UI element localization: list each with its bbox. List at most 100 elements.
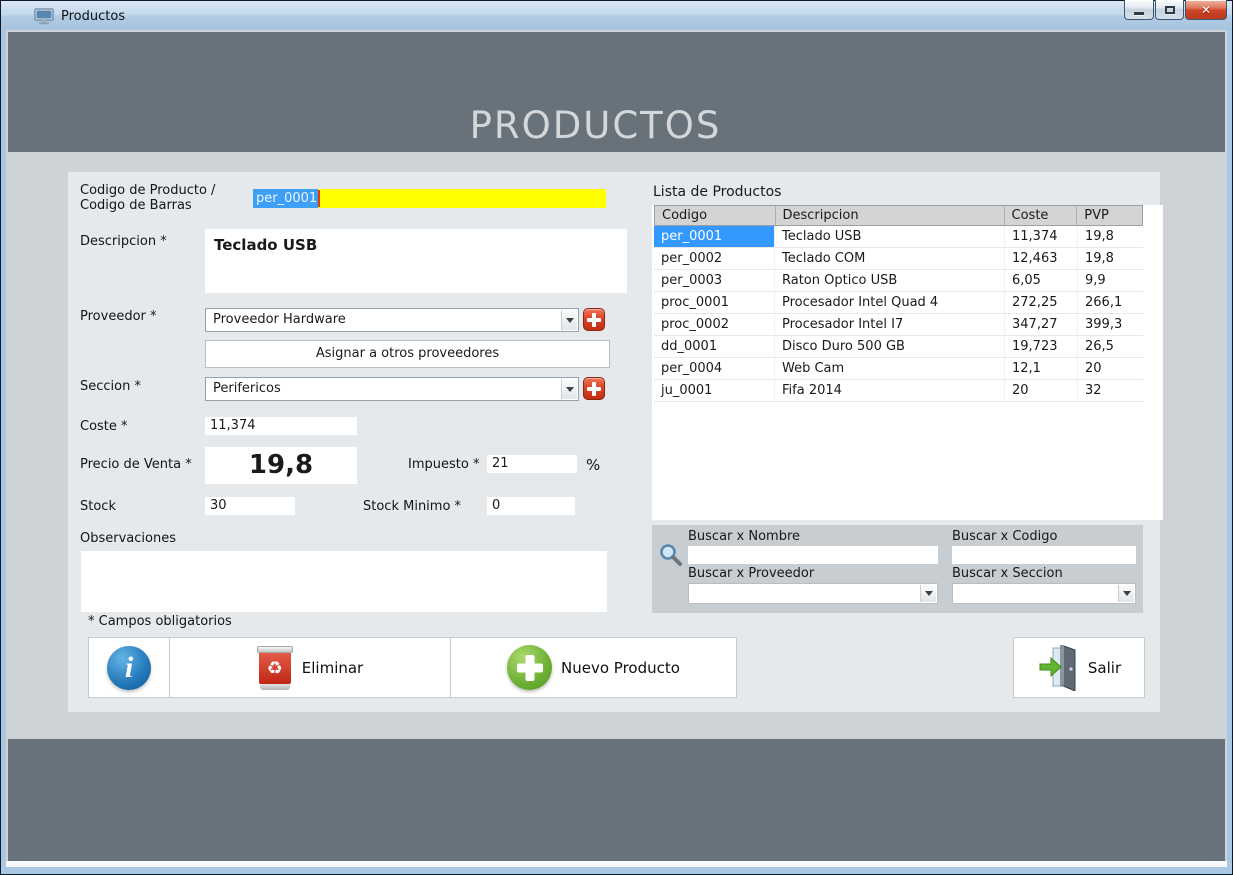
table-cell[interactable]: ju_0001 <box>654 380 775 402</box>
table-cell[interactable]: 12,463 <box>1005 248 1078 270</box>
table-cell[interactable]: 272,25 <box>1005 292 1078 314</box>
table-cell[interactable]: 20 <box>1078 358 1143 380</box>
precio-venta-label: Precio de Venta * <box>80 457 192 472</box>
table-row[interactable]: dd_0001Disco Duro 500 GB19,72326,5 <box>654 336 1143 358</box>
coste-label: Coste * <box>80 419 128 434</box>
add-seccion-button[interactable] <box>583 377 605 400</box>
stock-minimo-label: Stock Minimo * <box>363 499 461 514</box>
table-cell[interactable]: 11,374 <box>1005 226 1078 248</box>
buscar-codigo-label: Buscar x Codigo <box>952 529 1057 544</box>
seccion-selected-value: Perifericos <box>213 381 281 396</box>
maximize-button[interactable] <box>1155 0 1184 20</box>
table-row[interactable]: proc_0001Procesador Intel Quad 4272,2526… <box>654 292 1143 314</box>
table-cell[interactable]: 347,27 <box>1005 314 1078 336</box>
table-cell[interactable]: Teclado COM <box>775 248 1005 270</box>
descripcion-input[interactable]: Teclado USB <box>205 229 627 293</box>
chevron-down-icon[interactable] <box>1118 585 1134 602</box>
text-caret <box>318 190 320 207</box>
impuesto-label: Impuesto * <box>408 457 479 472</box>
proveedor-select[interactable]: Proveedor Hardware <box>205 308 579 332</box>
window-bottom-strip <box>6 861 1227 867</box>
stock-minimo-input[interactable]: 0 <box>487 497 575 515</box>
nuevo-producto-button[interactable]: Nuevo Producto <box>450 637 737 698</box>
table-cell[interactable]: 266,1 <box>1078 292 1143 314</box>
app-window: Productos ✕ PRODUCTOS Codigo de Producto… <box>0 0 1233 875</box>
table-cell[interactable]: per_0001 <box>654 226 775 248</box>
table-row[interactable]: per_0001Teclado USB11,37419,8 <box>654 226 1143 248</box>
table-cell[interactable]: proc_0002 <box>654 314 775 336</box>
nuevo-producto-button-label: Nuevo Producto <box>561 659 680 677</box>
stock-input[interactable]: 30 <box>205 497 295 515</box>
titlebar[interactable]: Productos <box>1 1 1232 30</box>
table-cell[interactable]: proc_0001 <box>654 292 775 314</box>
asignar-proveedores-button[interactable]: Asignar a otros proveedores <box>205 340 610 368</box>
table-cell[interactable]: per_0002 <box>654 248 775 270</box>
table-cell[interactable]: 399,3 <box>1078 314 1143 336</box>
column-header-codigo[interactable]: Codigo <box>655 206 776 225</box>
chevron-down-icon[interactable] <box>561 379 577 399</box>
buscar-seccion-select[interactable] <box>952 583 1136 604</box>
table-cell[interactable]: 19,8 <box>1078 226 1143 248</box>
table-cell[interactable]: 19,8 <box>1078 248 1143 270</box>
table-cell[interactable]: 26,5 <box>1078 336 1143 358</box>
buscar-seccion-label: Buscar x Seccion <box>952 566 1063 581</box>
minimize-button[interactable] <box>1124 0 1154 20</box>
table-row[interactable]: proc_0002Procesador Intel I7347,27399,3 <box>654 314 1143 336</box>
search-panel: Buscar x Nombre Buscar x Codigo Buscar x… <box>652 525 1143 613</box>
table-cell[interactable]: 9,9 <box>1078 270 1143 292</box>
codigo-selected-text: per_0001 <box>253 189 318 208</box>
buscar-nombre-input[interactable] <box>688 546 938 564</box>
table-row[interactable]: ju_0001Fifa 20142032 <box>654 380 1143 402</box>
table-cell[interactable]: 12,1 <box>1005 358 1078 380</box>
page-title: PRODUCTOS <box>8 104 1225 147</box>
eliminar-button-label: Eliminar <box>302 659 363 677</box>
header-band: PRODUCTOS <box>8 32 1225 152</box>
table-cell[interactable]: 6,05 <box>1005 270 1078 292</box>
info-button[interactable]: i <box>89 638 170 697</box>
observaciones-textarea[interactable] <box>81 551 607 612</box>
chevron-down-icon[interactable] <box>561 310 577 330</box>
codigo-input[interactable]: per_0001 <box>253 189 606 208</box>
table-cell[interactable]: Teclado USB <box>775 226 1005 248</box>
table-cell[interactable]: 20 <box>1005 380 1078 402</box>
plus-icon <box>587 313 601 327</box>
salir-button-label: Salir <box>1088 659 1121 677</box>
precio-venta-input[interactable]: 19,8 <box>205 447 357 484</box>
table-header[interactable]: Codigo Descripcion Coste PVP <box>654 205 1143 226</box>
coste-input[interactable]: 11,374 <box>205 417 357 435</box>
table-cell[interactable]: Procesador Intel Quad 4 <box>775 292 1005 314</box>
table-cell[interactable]: per_0003 <box>654 270 775 292</box>
product-table[interactable]: Codigo Descripcion Coste PVP per_0001Tec… <box>652 205 1163 520</box>
close-icon: ✕ <box>1201 3 1211 17</box>
table-cell[interactable]: 32 <box>1078 380 1143 402</box>
buscar-proveedor-select[interactable] <box>688 583 938 604</box>
stock-label: Stock <box>80 499 116 514</box>
seccion-select[interactable]: Perifericos <box>205 377 579 401</box>
seccion-label: Seccion * <box>80 379 141 394</box>
table-cell[interactable]: Fifa 2014 <box>775 380 1005 402</box>
add-proveedor-button[interactable] <box>583 308 605 331</box>
table-row[interactable]: per_0004Web Cam12,120 <box>654 358 1143 380</box>
close-button[interactable]: ✕ <box>1185 0 1227 20</box>
table-cell[interactable]: Disco Duro 500 GB <box>775 336 1005 358</box>
table-cell[interactable]: dd_0001 <box>654 336 775 358</box>
table-row[interactable]: per_0003Raton Optico USB6,059,9 <box>654 270 1143 292</box>
eliminar-button[interactable]: ♻ Eliminar <box>170 638 450 697</box>
table-cell[interactable]: Web Cam <box>775 358 1005 380</box>
chevron-down-icon[interactable] <box>920 585 936 602</box>
recycle-bin-icon: ♻ <box>257 646 293 690</box>
list-title: Lista de Productos <box>653 184 781 200</box>
table-row[interactable]: per_0002Teclado COM12,46319,8 <box>654 248 1143 270</box>
info-icon: i <box>107 646 151 690</box>
column-header-descripcion[interactable]: Descripcion <box>776 206 1005 225</box>
table-cell[interactable]: per_0004 <box>654 358 775 380</box>
buscar-codigo-input[interactable] <box>952 546 1136 564</box>
column-header-coste[interactable]: Coste <box>1005 206 1078 225</box>
table-cell[interactable]: Procesador Intel I7 <box>775 314 1005 336</box>
salir-button[interactable]: Salir <box>1013 637 1145 698</box>
impuesto-input[interactable]: 21 <box>487 455 577 473</box>
table-cell[interactable]: Raton Optico USB <box>775 270 1005 292</box>
campos-obligatorios-note: * Campos obligatorios <box>88 614 232 629</box>
table-cell[interactable]: 19,723 <box>1005 336 1078 358</box>
column-header-pvp[interactable]: PVP <box>1077 206 1142 225</box>
